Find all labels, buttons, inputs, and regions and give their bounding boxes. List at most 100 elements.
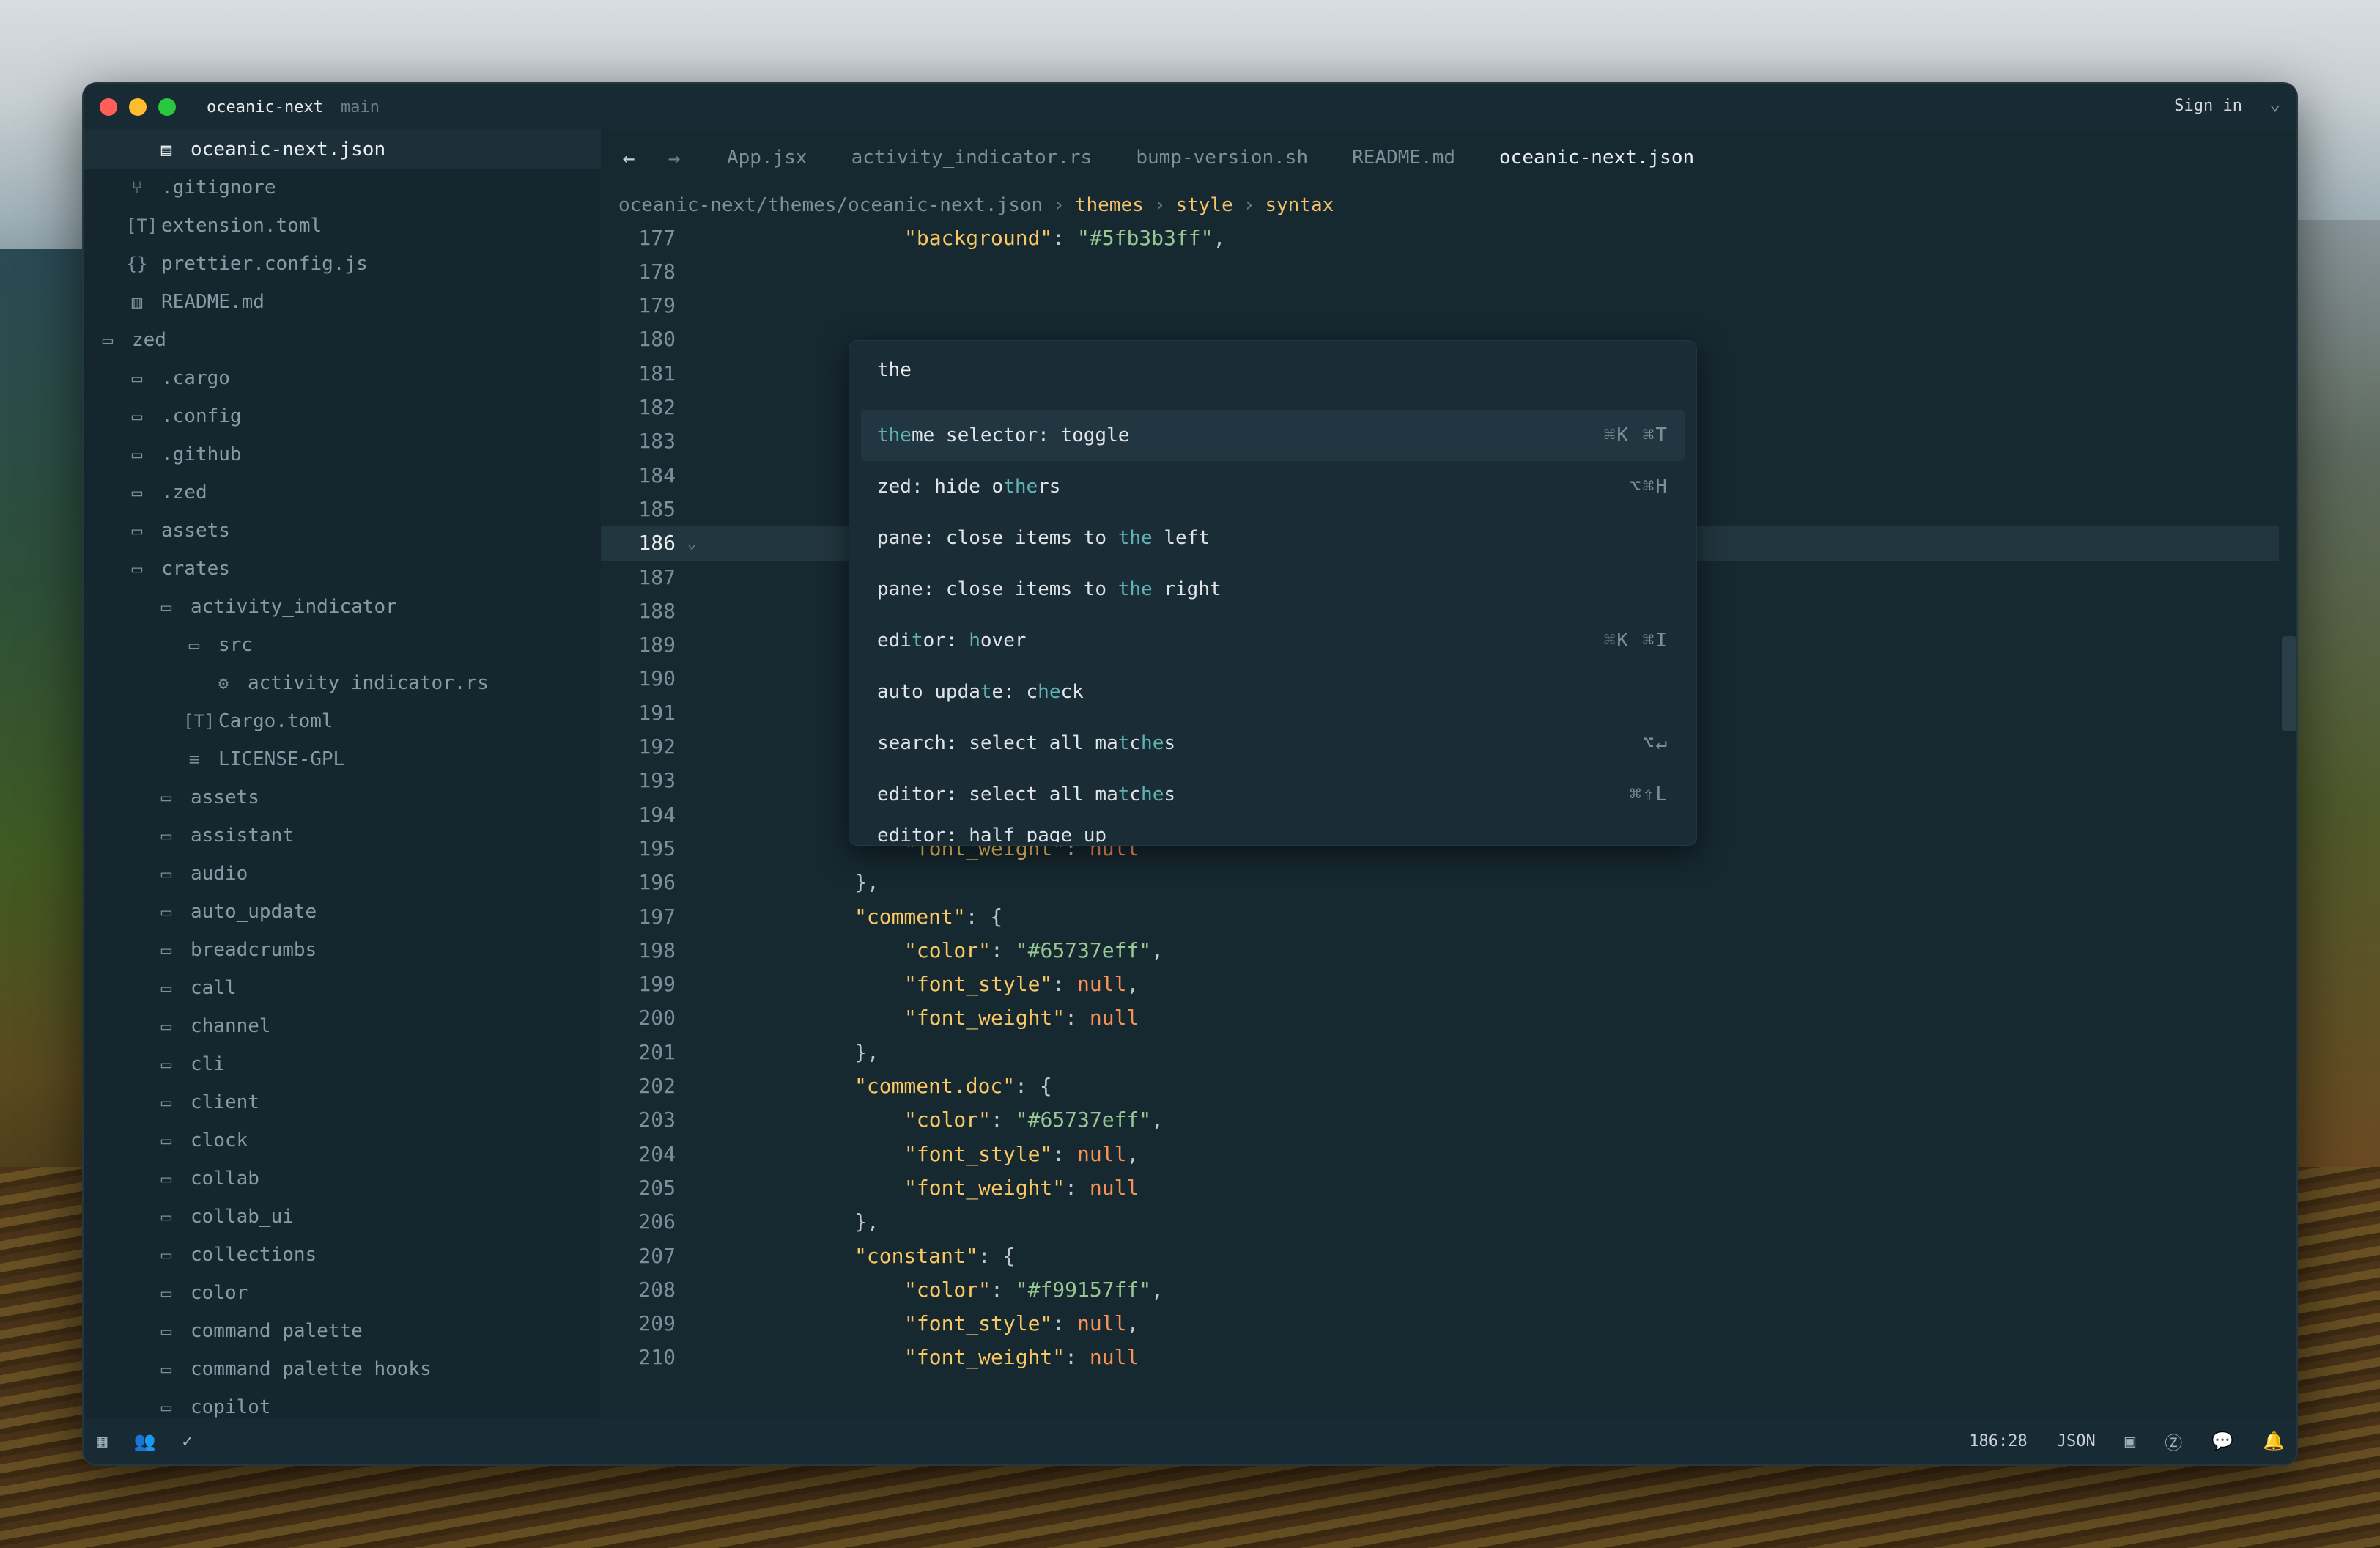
code-line[interactable]: 204 "font_style": null, <box>601 1136 2279 1171</box>
sidebar-item-extension-toml[interactable]: [T] extension.toml <box>84 207 601 245</box>
tab-activity-indicator-rs[interactable]: activity_indicator.rs <box>851 147 1093 169</box>
project-name[interactable]: oceanic-next <box>207 98 323 117</box>
sidebar-item-channel[interactable]: ▭ channel <box>84 1007 601 1045</box>
code-token: : <box>1065 1006 1090 1031</box>
arrow-right-icon[interactable]: → <box>662 146 686 170</box>
chevron-down-icon[interactable]: ⌄ <box>2270 94 2280 114</box>
sidebar-item-client[interactable]: ▭ client <box>84 1083 601 1121</box>
sidebar-item-copilot[interactable]: ▭ copilot <box>84 1388 601 1418</box>
sidebar-item-activity-indicator-rs[interactable]: ⚙ activity_indicator.rs <box>84 664 601 702</box>
maximize-window-button[interactable] <box>158 98 176 116</box>
window-controls <box>100 98 176 116</box>
sidebar-item-audio[interactable]: ▭ audio <box>84 855 601 893</box>
sidebar-item-src[interactable]: ▭ src <box>84 626 601 664</box>
code-line[interactable]: 206}, <box>601 1204 2279 1239</box>
code-line[interactable]: 202 "comment.doc": { <box>601 1069 2279 1104</box>
command-palette-item[interactable]: theme selector: toggle ⌘K ⌘T <box>861 410 1685 461</box>
sidebar-item-assets[interactable]: ▭ assets <box>84 512 601 550</box>
cursor-position[interactable]: 186:28 <box>1969 1432 2027 1451</box>
sidebar-item-gitignore[interactable]: ⑂ .gitignore <box>84 169 601 207</box>
sidebar-item-auto-update[interactable]: ▭ auto_update <box>84 893 601 931</box>
code-line[interactable]: 208 "color": "#f99157ff", <box>601 1272 2279 1307</box>
checkmark-icon[interactable]: ✓ <box>182 1431 192 1451</box>
sidebar-item-command-palette[interactable]: ▭ command_palette <box>84 1312 601 1350</box>
breadcrumb-path[interactable]: oceanic-next/themes/oceanic-next.json <box>618 194 1043 216</box>
editor-scrollbar[interactable] <box>2282 636 2296 731</box>
code-line[interactable]: 197 "comment": { <box>601 899 2279 934</box>
zed-assistant-icon[interactable]: Ⓩ <box>2165 1429 2182 1454</box>
sidebar-item-zed[interactable]: ▭ .zed <box>84 473 601 512</box>
sidebar-item-clock[interactable]: ▭ clock <box>84 1121 601 1160</box>
command-palette-input[interactable]: the <box>849 341 1696 399</box>
command-label: zed: hide others <box>877 476 1060 498</box>
code-line[interactable]: 209 "font_style": null, <box>601 1306 2279 1341</box>
code-line[interactable]: 203 "color": "#65737eff", <box>601 1102 2279 1138</box>
sidebar-item-assets[interactable]: ▭ assets <box>84 778 601 817</box>
sidebar-item-readme-md[interactable]: ▥ README.md <box>84 283 601 321</box>
code-token: : <box>1052 1311 1078 1336</box>
code-line[interactable]: 177 "background": "#5fb3b3ff", <box>601 230 2279 255</box>
sidebar-item-cargo[interactable]: ▭ .cargo <box>84 359 601 397</box>
breadcrumb-syntax[interactable]: syntax <box>1265 194 1334 216</box>
book-icon: ▥ <box>131 292 143 312</box>
sidebar-item-cargo-toml[interactable]: [T] Cargo.toml <box>84 702 601 740</box>
sidebar-item-collections[interactable]: ▭ collections <box>84 1236 601 1274</box>
close-window-button[interactable] <box>100 98 117 116</box>
command-palette-item[interactable]: auto update: check <box>861 666 1685 718</box>
code-line[interactable]: 207 "constant": { <box>601 1238 2279 1273</box>
tab-bump-version-sh[interactable]: bump-version.sh <box>1136 147 1308 169</box>
sidebar-item-call[interactable]: ▭ call <box>84 969 601 1007</box>
match-highlight: t <box>1117 784 1130 806</box>
bell-icon[interactable]: 🔔 <box>2263 1431 2285 1451</box>
command-palette-item[interactable]: editor: half page up <box>861 820 1685 842</box>
command-palette-item[interactable]: editor: hover ⌘K ⌘I <box>861 615 1685 666</box>
sidebar-item-zed[interactable]: ▭ zed <box>84 321 601 359</box>
code-line[interactable]: 200 "font_weight": null <box>601 1000 2279 1036</box>
minimize-window-button[interactable] <box>129 98 147 116</box>
match-highlight: the <box>1117 578 1153 600</box>
sidebar-item-breadcrumbs[interactable]: ▭ breadcrumbs <box>84 931 601 969</box>
sidebar-item-collab[interactable]: ▭ collab <box>84 1160 601 1198</box>
code-line[interactable]: 178 <box>601 254 2279 289</box>
sidebar-item-color[interactable]: ▭ color <box>84 1274 601 1312</box>
chat-icon[interactable]: 💬 <box>2211 1431 2233 1451</box>
project-panel-icon[interactable]: ▦ <box>97 1431 107 1451</box>
code-line[interactable]: 199 "font_style": null, <box>601 967 2279 1002</box>
sidebar-item-assistant[interactable]: ▭ assistant <box>84 817 601 855</box>
sidebar-item-github[interactable]: ▭ .github <box>84 435 601 473</box>
tab-app-jsx[interactable]: App.jsx <box>727 147 808 169</box>
sidebar-item-prettier-config-js[interactable]: {} prettier.config.js <box>84 245 601 283</box>
branch-name[interactable]: main <box>341 98 380 117</box>
command-palette-item[interactable]: pane: close items to the left <box>861 512 1685 564</box>
collab-people-icon[interactable]: 👥 <box>133 1431 155 1451</box>
sidebar-item-oceanic-next-json[interactable]: ▤ oceanic-next.json <box>84 130 601 169</box>
code-line[interactable]: 210 "font_weight": null <box>601 1340 2279 1375</box>
code-line[interactable]: 179 <box>601 288 2279 323</box>
tab-oceanic-next-json[interactable]: oceanic-next.json <box>1499 147 1694 169</box>
code-line[interactable]: 205 "font_weight": null <box>601 1170 2279 1205</box>
code-line[interactable]: 198 "color": "#65737eff", <box>601 932 2279 968</box>
line-number: 209 <box>638 1311 676 1336</box>
fold-chevron-icon[interactable]: ⌄ <box>687 534 714 552</box>
sidebar-item-collab-ui[interactable]: ▭ collab_ui <box>84 1198 601 1236</box>
command-palette-item[interactable]: search: select all matches ⌥↵ <box>861 718 1685 769</box>
sidebar-item-activity-indicator[interactable]: ▭ activity_indicator <box>84 588 601 626</box>
arrow-left-icon[interactable]: ← <box>617 146 640 170</box>
code-line[interactable]: 196}, <box>601 865 2279 900</box>
breadcrumb-themes[interactable]: themes <box>1075 194 1144 216</box>
sign-in-button[interactable]: Sign in <box>2174 97 2242 115</box>
sidebar-item-license-gpl[interactable]: ≡ LICENSE-GPL <box>84 740 601 778</box>
command-palette-item[interactable]: editor: select all matches ⌘⇧L <box>861 769 1685 820</box>
language-selector[interactable]: JSON <box>2057 1432 2096 1451</box>
breadcrumb-style[interactable]: style <box>1175 194 1232 216</box>
tab-readme-md[interactable]: README.md <box>1352 147 1455 169</box>
command-palette-item[interactable]: pane: close items to the right <box>861 564 1685 615</box>
sidebar-item-config[interactable]: ▭ .config <box>84 397 601 435</box>
code-line[interactable]: 201}, <box>601 1034 2279 1069</box>
terminal-icon[interactable]: ▣ <box>2125 1431 2135 1451</box>
sidebar-item-cli[interactable]: ▭ cli <box>84 1045 601 1083</box>
line-number: 189 <box>638 633 676 657</box>
command-palette-item[interactable]: zed: hide others ⌥⌘H <box>861 461 1685 512</box>
sidebar-item-crates[interactable]: ▭ crates <box>84 550 601 588</box>
sidebar-item-command-palette-hooks[interactable]: ▭ command_palette_hooks <box>84 1350 601 1388</box>
